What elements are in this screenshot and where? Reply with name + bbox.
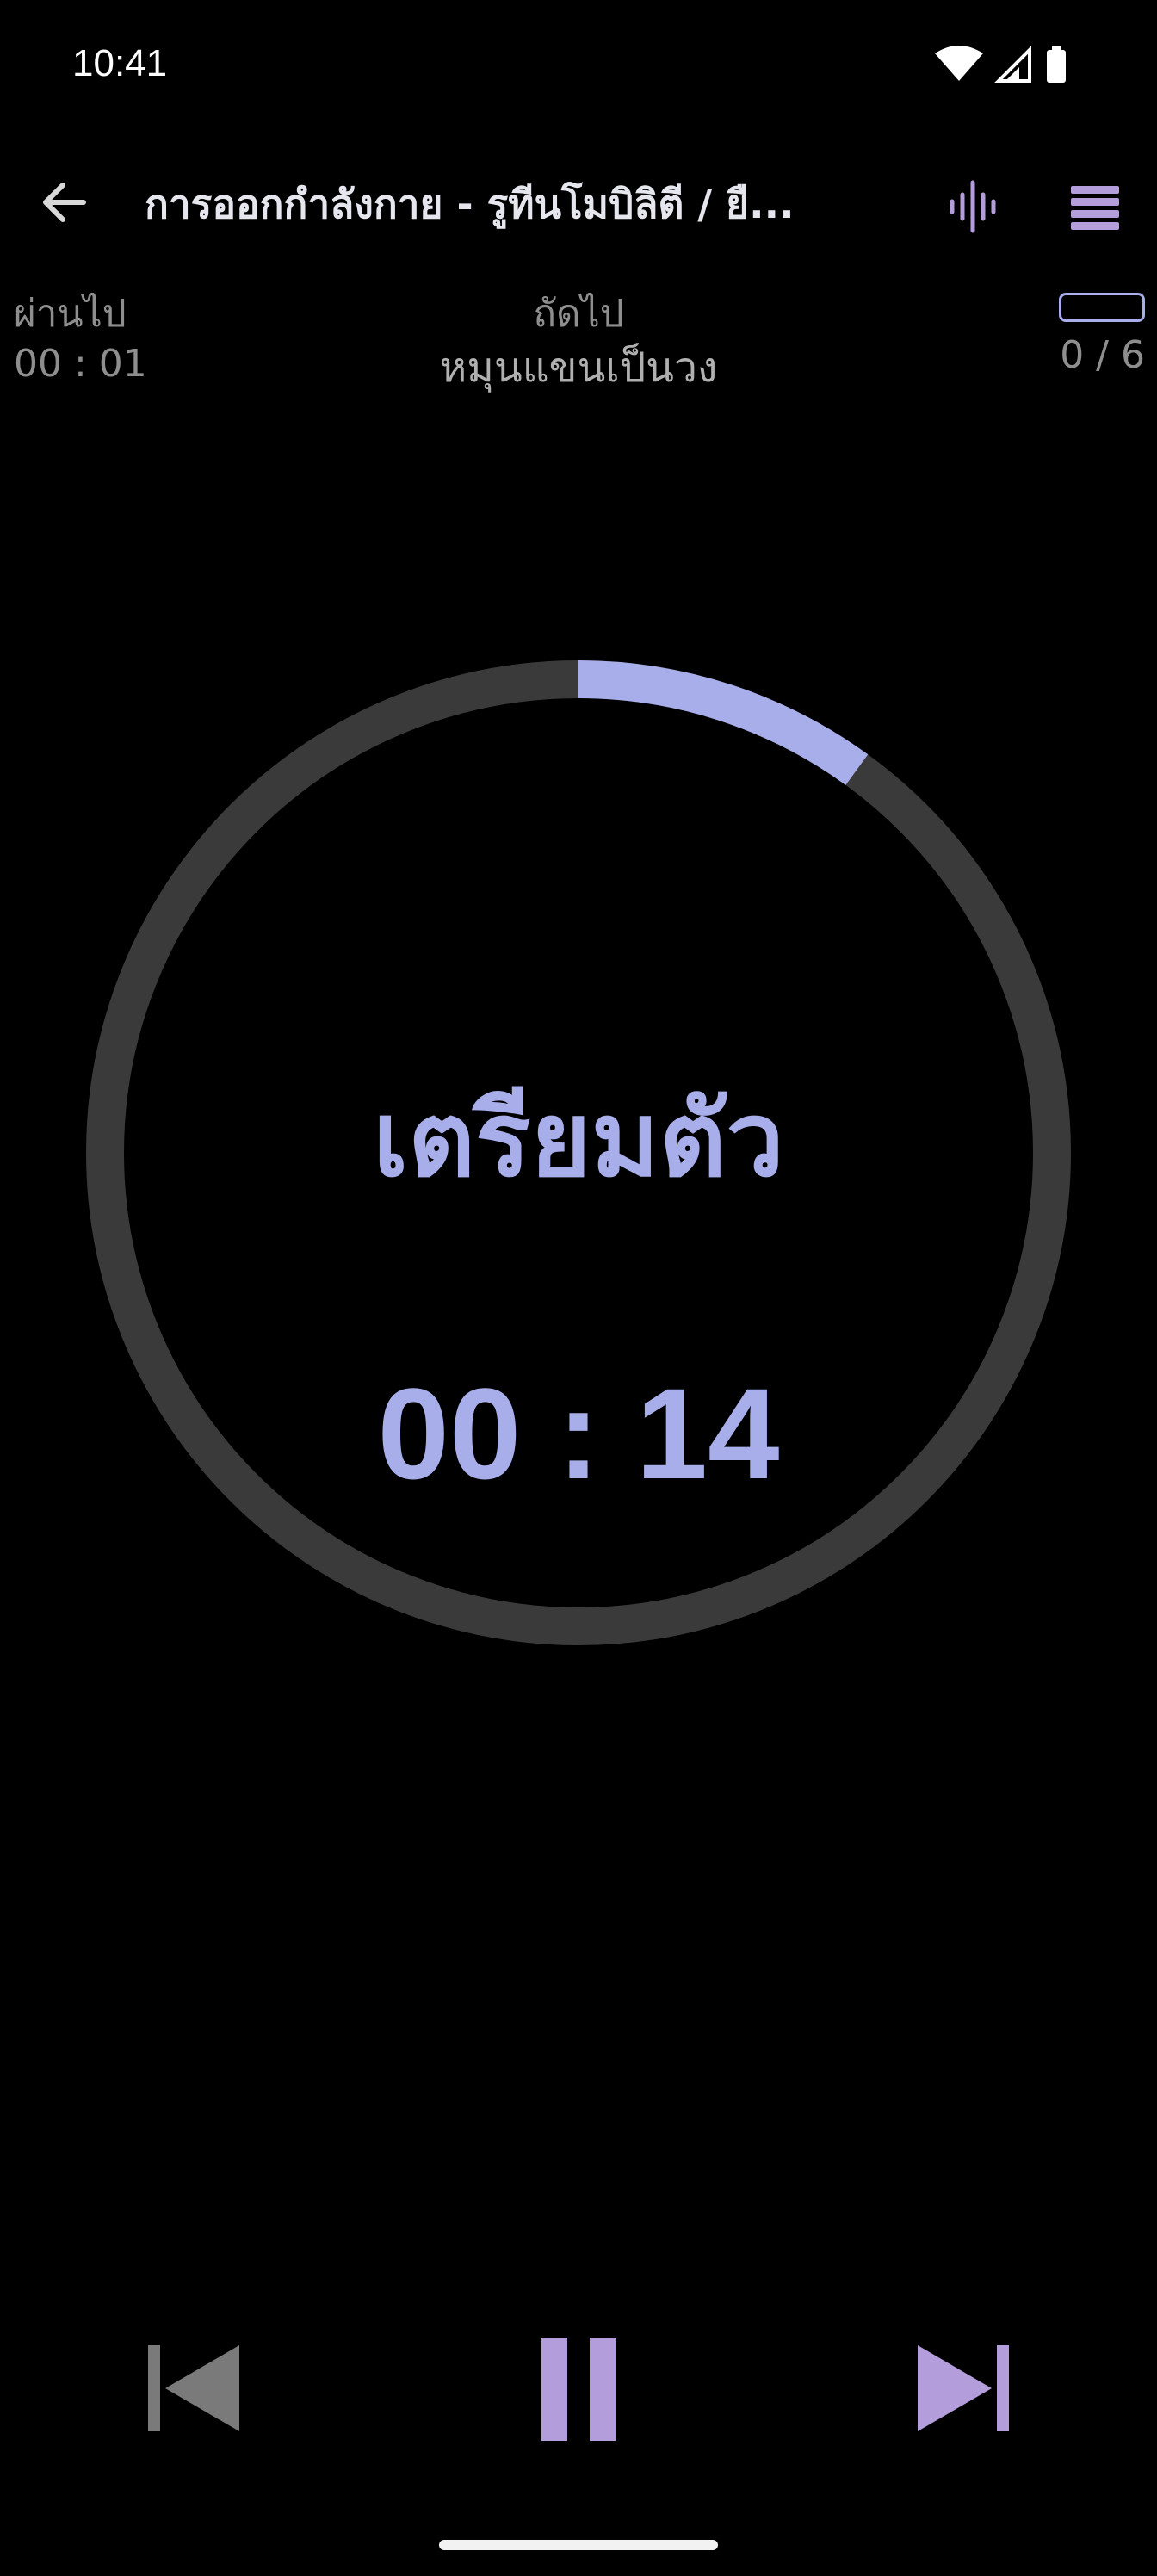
- skip-previous-icon: [148, 2345, 239, 2431]
- elapsed-label: ผ่านไป: [14, 292, 127, 336]
- battery-icon: [1047, 46, 1066, 83]
- wifi-icon: [935, 46, 983, 81]
- skip-next-icon: [918, 2345, 1009, 2431]
- next-exercise-name: หมุนแขนเป็นวง: [439, 344, 718, 392]
- arrow-back-icon: [43, 183, 86, 222]
- time-remaining: 00 : 14: [377, 1361, 780, 1506]
- elapsed-time: 00 : 01: [14, 342, 147, 386]
- menu-button[interactable]: [1056, 168, 1134, 245]
- home-indicator[interactable]: [439, 2540, 718, 2550]
- pause-button[interactable]: [514, 2325, 643, 2454]
- cellular-signal-icon: [994, 46, 1031, 83]
- menu-icon: [1071, 186, 1119, 230]
- page-title: การออกกำลังกาย - รูทีนโมบิลิตี / ยื...: [145, 181, 795, 227]
- pause-icon: [541, 2338, 616, 2441]
- phase-label: เตรียมตัว: [372, 1081, 785, 1200]
- next-exercise-block: ถัดไป หมุนแขนเป็นวง: [320, 289, 837, 396]
- playback-controls: [0, 2325, 1157, 2454]
- status-icons: [916, 43, 1088, 84]
- back-button[interactable]: [26, 164, 103, 241]
- voice-waveform-icon: [950, 180, 996, 233]
- counter-text: 0 / 6: [1060, 333, 1145, 377]
- toolbar: การออกกำลังกาย - รูทีนโมบิลิตี / ยื...: [0, 146, 1157, 258]
- voice-button[interactable]: [934, 168, 1012, 245]
- info-row: ผ่านไป 00 : 01 ถัดไป หมุนแขนเป็นวง 0 / 6: [0, 284, 1157, 422]
- previous-button[interactable]: [129, 2325, 258, 2454]
- next-label: ถัดไป: [533, 292, 624, 336]
- elapsed-block: ผ่านไป 00 : 01: [14, 289, 186, 389]
- status-bar: 10:41: [0, 0, 1157, 129]
- exercise-counter: 0 / 6: [999, 293, 1145, 381]
- next-button[interactable]: [899, 2325, 1028, 2454]
- counter-progress-bar: [1059, 293, 1145, 322]
- status-time: 10:41: [72, 42, 168, 84]
